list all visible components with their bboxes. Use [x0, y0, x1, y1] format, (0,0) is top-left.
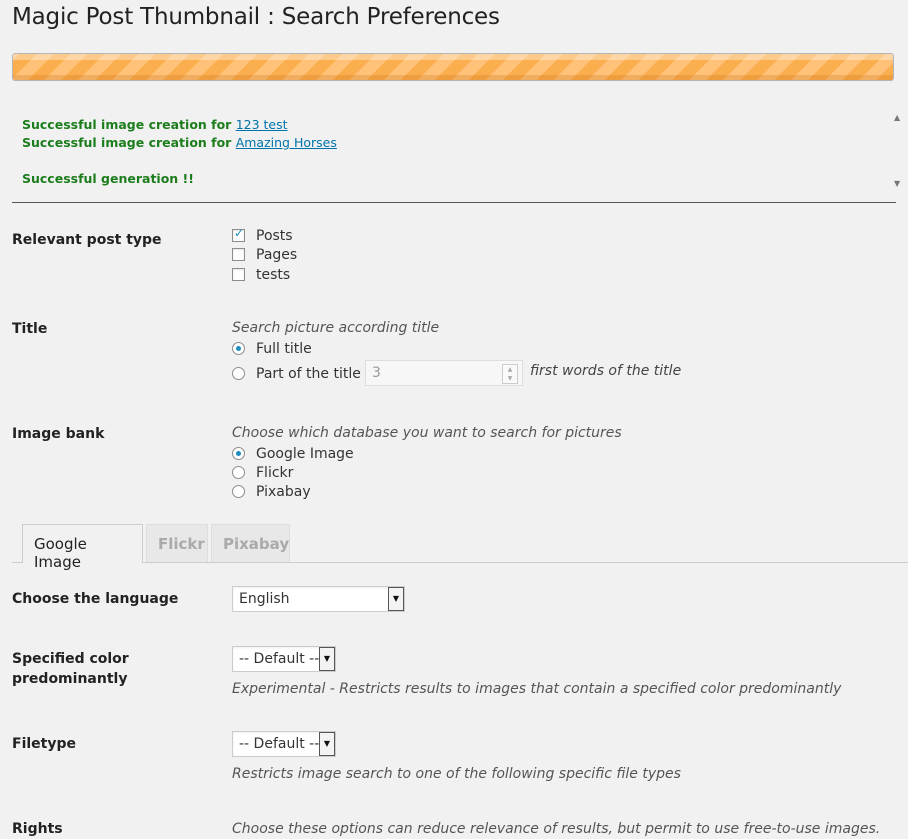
full-title-radio[interactable]: Full title	[232, 339, 312, 358]
checkbox[interactable]	[232, 226, 245, 242]
log-text: Successful image creation for	[22, 117, 236, 132]
color-label-line1: Specified color	[12, 651, 129, 667]
select-value: -- Default --	[239, 651, 320, 667]
page-title: Magic Post Thumbnail : Search Preference…	[12, 4, 500, 30]
log-link-123-test[interactable]: 123 test	[236, 117, 288, 132]
radio[interactable]	[232, 466, 245, 479]
words-suffix: first words of the title	[530, 363, 682, 379]
progress-bar	[12, 53, 894, 81]
title-hint: Search picture according title	[232, 320, 440, 336]
post-type-label: Relevant post type	[12, 232, 162, 248]
bank-pixabay-radio[interactable]: Pixabay	[232, 482, 311, 501]
tab-flickr[interactable]: Flickr	[146, 524, 208, 562]
radio[interactable]	[232, 367, 245, 380]
bank-tabs: Google Image Flickr Pixabay	[12, 524, 908, 571]
log-line: Successful image creation for Amazing Ho…	[22, 134, 896, 152]
post-type-pages[interactable]: Pages	[232, 245, 297, 264]
radio[interactable]	[232, 485, 245, 498]
language-label: Choose the language	[12, 591, 179, 607]
title-label: Title	[12, 321, 48, 337]
radio[interactable]	[232, 342, 245, 355]
option-label: Posts	[256, 227, 293, 244]
divider	[12, 202, 896, 203]
post-type-tests[interactable]: tests	[232, 265, 290, 284]
language-select[interactable]: English ▼	[232, 586, 405, 612]
generation-log: Successful image creation for 123 test S…	[12, 110, 906, 190]
spinner-buttons[interactable]: ▲ ▼	[502, 364, 518, 384]
spinner-value: 3	[372, 365, 381, 381]
color-hint: Experimental - Restricts results to imag…	[232, 681, 842, 697]
select-value: -- Default --	[239, 736, 320, 752]
scroll-up-icon[interactable]: ▲	[894, 114, 900, 122]
spin-up-icon[interactable]: ▲	[503, 365, 517, 374]
rights-hint: Choose these options can reduce relevanc…	[232, 821, 881, 837]
option-label: Part of the title :	[256, 365, 370, 382]
option-label: Full title	[256, 340, 312, 357]
log-scrollbar[interactable]: ▲ ▼	[890, 110, 906, 190]
checkbox[interactable]	[232, 268, 245, 281]
checkbox[interactable]	[232, 248, 245, 261]
log-success: Successful generation !!	[22, 171, 194, 186]
tab-pixabay[interactable]: Pixabay	[211, 524, 290, 562]
radio[interactable]	[232, 447, 245, 460]
rights-label: Rights	[12, 821, 63, 837]
image-bank-hint: Choose which database you want to search…	[232, 425, 622, 441]
filetype-label: Filetype	[12, 736, 76, 752]
log-link-amazing-horses[interactable]: Amazing Horses	[236, 135, 337, 150]
chevron-down-icon[interactable]: ▼	[319, 732, 335, 756]
image-bank-label: Image bank	[12, 426, 105, 442]
spin-down-icon[interactable]: ▼	[503, 374, 517, 383]
tab-google-image[interactable]: Google Image	[22, 524, 143, 571]
select-value: English	[239, 591, 290, 607]
color-label-line2: predominantly	[12, 671, 128, 687]
chevron-down-icon[interactable]: ▼	[388, 587, 404, 611]
bank-flickr-radio[interactable]: Flickr	[232, 463, 293, 482]
option-label: tests	[256, 266, 291, 283]
chevron-down-icon[interactable]: ▼	[319, 647, 335, 671]
bank-google-radio[interactable]: Google Image	[232, 444, 354, 463]
option-label: Pages	[256, 246, 298, 263]
filetype-hint: Restricts image search to one of the fol…	[232, 766, 681, 782]
log-line: Successful image creation for 123 test	[22, 116, 896, 134]
title-words-spinner[interactable]: 3 ▲ ▼	[365, 360, 523, 386]
part-title-radio[interactable]: Part of the title :	[232, 364, 370, 383]
color-select[interactable]: -- Default -- ▼	[232, 646, 336, 672]
option-label: Flickr	[256, 464, 294, 481]
option-label: Google Image	[256, 445, 354, 462]
scroll-down-icon[interactable]: ▼	[894, 180, 900, 188]
option-label: Pixabay	[256, 483, 311, 500]
filetype-select[interactable]: -- Default -- ▼	[232, 731, 336, 757]
log-text: Successful image creation for	[22, 135, 236, 150]
post-type-posts[interactable]: Posts	[232, 226, 293, 245]
progress-fill	[13, 54, 893, 80]
